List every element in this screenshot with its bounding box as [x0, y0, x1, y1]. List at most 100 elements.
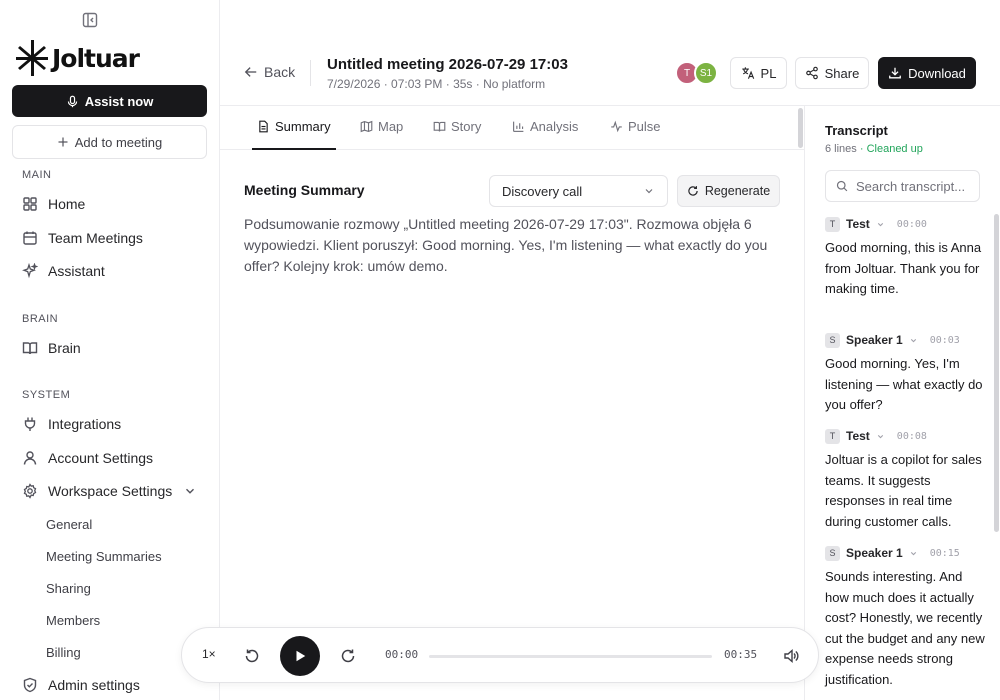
playback-speed-button[interactable]: 1×	[202, 647, 216, 661]
summary-template-value: Discovery call	[502, 183, 583, 199]
entry-timestamp[interactable]: 00:15	[930, 548, 960, 559]
regenerate-button[interactable]: Regenerate	[677, 175, 780, 207]
section-main-label: MAIN	[22, 169, 52, 181]
entry-timestamp[interactable]: 00:00	[897, 219, 927, 230]
tab-pulse[interactable]: Pulse	[610, 119, 661, 134]
search-icon	[836, 180, 848, 192]
sidebar-item-admin-settings[interactable]: Admin settings	[22, 674, 140, 696]
duration: 00:35	[724, 648, 758, 661]
arrow-left-icon	[244, 67, 257, 77]
view-tabs: Summary Map Story Analysis Pulse	[220, 106, 805, 150]
calendar-icon	[23, 231, 37, 245]
translate-icon	[741, 67, 754, 79]
main-scrollbar[interactable]	[798, 108, 803, 148]
sidebar-subitem-general[interactable]: General	[46, 517, 92, 532]
logo-icon	[16, 40, 48, 76]
sidebar-subitem-meeting-summaries[interactable]: Meeting Summaries	[46, 549, 162, 564]
speaker-name[interactable]: Test	[846, 429, 870, 443]
activity-icon	[611, 120, 622, 133]
shield-icon	[23, 677, 37, 693]
forward-icon[interactable]	[340, 648, 356, 664]
tab-label: Analysis	[530, 119, 579, 134]
entry-text: Good morning. Yes, I'm listening — what …	[825, 356, 983, 412]
section-system-label: SYSTEM	[22, 389, 71, 401]
sidebar-item-assistant[interactable]: Assistant	[22, 260, 105, 282]
chevron-down-icon[interactable]	[876, 220, 885, 229]
transcript-entry: T Test 00:08 Joltuar is a copilot for sa…	[825, 428, 985, 532]
share-button[interactable]: Share	[795, 57, 869, 89]
chevron-down-icon[interactable]	[909, 549, 918, 558]
tab-summary[interactable]: Summary	[257, 119, 331, 134]
chevron-down-icon[interactable]	[909, 336, 918, 345]
back-label: Back	[264, 64, 296, 80]
grid-icon	[23, 197, 37, 211]
sidebar-item-workspace-settings[interactable]: Workspace Settings	[22, 480, 172, 502]
entry-timestamp[interactable]: 00:08	[897, 431, 927, 442]
sidebar-item-account-settings[interactable]: Account Settings	[22, 447, 153, 469]
chevron-down-icon[interactable]	[183, 484, 197, 498]
add-to-meeting-label: Add to meeting	[74, 134, 163, 150]
map-icon	[360, 120, 373, 133]
progress-track[interactable]	[429, 655, 712, 658]
sidebar-subitem-billing[interactable]: Billing	[46, 645, 81, 660]
sidebar-item-brain[interactable]: Brain	[22, 337, 81, 359]
assist-now-button[interactable]: Assist now	[12, 85, 207, 117]
regenerate-label: Regenerate	[704, 184, 771, 198]
avatar-initials: S1	[699, 67, 713, 79]
language-label: PL	[760, 65, 777, 81]
share-icon	[805, 66, 818, 80]
tab-analysis[interactable]: Analysis	[512, 119, 578, 134]
book-open-icon	[433, 121, 446, 132]
plug-icon	[24, 417, 36, 431]
document-icon	[259, 120, 268, 133]
language-button[interactable]: PL	[730, 57, 787, 89]
sidebar-subitem-sharing[interactable]: Sharing	[46, 581, 91, 596]
avatar-initials: T	[683, 67, 691, 79]
transcript-scrollbar[interactable]	[994, 214, 999, 532]
sidebar: Joltuar Assist now Add to meeting MAIN H…	[0, 0, 220, 700]
speaker-name[interactable]: Test	[846, 217, 870, 231]
add-to-meeting-button[interactable]: Add to meeting	[12, 125, 207, 159]
rewind-icon[interactable]	[244, 648, 260, 664]
avatar[interactable]: S1	[694, 61, 718, 85]
meeting-meta: 7/29/2026 · 07:03 PM · 35s · No platform	[327, 77, 546, 91]
refresh-icon	[688, 186, 698, 196]
sidebar-item-label: Assistant	[48, 263, 105, 279]
gear-icon	[23, 483, 37, 499]
speaker-name[interactable]: Speaker 1	[846, 546, 903, 560]
sidebar-item-label: Admin settings	[48, 677, 140, 693]
download-label: Download	[908, 65, 966, 81]
tab-label: Story	[451, 119, 482, 134]
sidebar-item-team-meetings[interactable]: Team Meetings	[22, 227, 143, 249]
sidebar-item-home[interactable]: Home	[22, 193, 85, 215]
download-button[interactable]: Download	[878, 57, 976, 89]
entry-text: Good morning, this is Anna from Joltuar.…	[825, 240, 982, 296]
sidebar-subitem-members[interactable]: Members	[46, 613, 100, 628]
sidebar-item-label: Team Meetings	[48, 230, 143, 246]
entry-timestamp[interactable]: 00:03	[930, 335, 960, 346]
summary-template-select[interactable]: Discovery call	[489, 175, 668, 207]
speaker-name[interactable]: Speaker 1	[846, 333, 903, 347]
transcript-search-input[interactable]: Search transcript...	[825, 170, 980, 202]
back-button[interactable]: Back	[244, 64, 295, 80]
sidebar-item-integrations[interactable]: Integrations	[22, 413, 121, 435]
play-button[interactable]	[280, 636, 320, 676]
transcript-entry: S Speaker 1 00:03 Good morning. Yes, I'm…	[825, 332, 985, 416]
summary-heading: Meeting Summary	[244, 182, 365, 198]
sidebar-collapse-icon[interactable]	[82, 12, 98, 28]
tab-story[interactable]: Story	[433, 119, 481, 134]
audio-player: 1× 00:00 00:35	[181, 627, 819, 683]
volume-icon[interactable]	[783, 648, 799, 664]
plus-icon	[58, 137, 68, 147]
speaker-badge: S	[825, 332, 840, 348]
current-time: 00:00	[385, 648, 419, 661]
tab-map[interactable]: Map	[360, 119, 403, 134]
chevron-down-icon	[645, 189, 653, 194]
play-icon	[296, 650, 306, 662]
sidebar-item-label: Integrations	[48, 416, 122, 432]
bar-chart-icon	[513, 121, 524, 132]
chevron-down-icon[interactable]	[876, 432, 885, 441]
sidebar-item-label: Brain	[48, 340, 81, 356]
speaker-badge: T	[825, 216, 840, 232]
speaker-badge: T	[825, 428, 840, 444]
